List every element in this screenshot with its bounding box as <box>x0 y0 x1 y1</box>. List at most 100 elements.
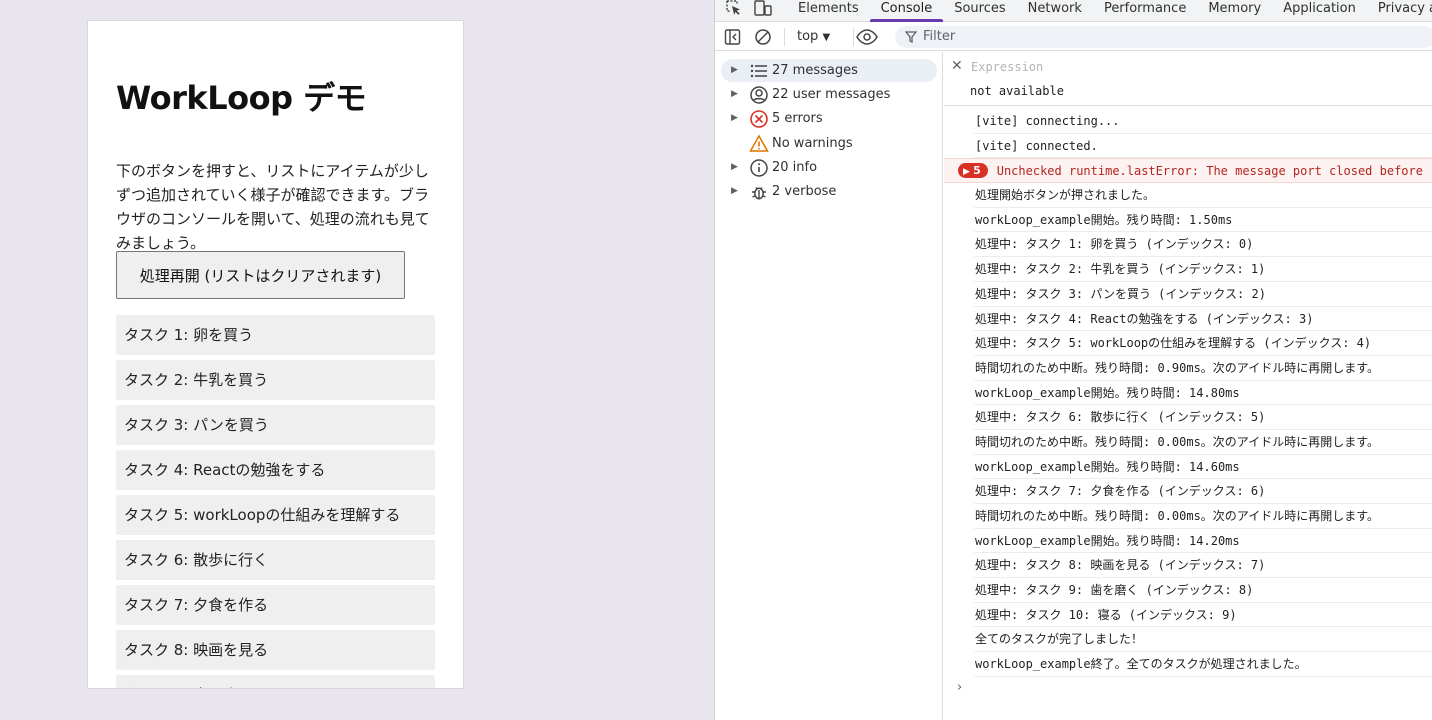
console-log-row[interactable]: 時間切れのため中断。残り時間: 0.00ms。次のアイドル時に再開します。 <box>974 504 1432 529</box>
console-message-text: [vite] connected. <box>975 138 1098 153</box>
console-log-list: [vite] connecting... [vite] connected. ▶ 5… <box>944 109 1432 677</box>
filter-input[interactable]: Filter <box>895 26 1432 48</box>
info-icon <box>749 158 771 178</box>
sidebar-item-warning[interactable]: No warnings <box>721 132 937 155</box>
expand-arrow-icon[interactable]: ▶ <box>731 107 738 130</box>
console-log-row[interactable]: 処理中: タスク 7: 夕食を作る (インデックス: 6) <box>974 479 1432 504</box>
console-prompt-icon[interactable]: › <box>957 680 962 695</box>
error-count-badge[interactable]: ▶ 5 <box>958 163 988 179</box>
console-log-row[interactable]: [vite] connected. <box>974 134 1432 159</box>
console-message-text: 処理中: タスク 5: workLoopの仕組みを理解する (インデックス: 4… <box>975 336 1372 351</box>
console-log-row[interactable]: 処理開始ボタンが押されました。 <box>974 183 1432 208</box>
console-log-row[interactable]: 時間切れのため中断。残り時間: 0.90ms。次のアイドル時に再開します。 <box>974 356 1432 381</box>
console-message-text: 処理中: タスク 3: パンを買う (インデックス: 2) <box>975 286 1266 301</box>
console-log-row[interactable]: 処理中: タスク 1: 卵を買う (インデックス: 0) <box>974 232 1432 258</box>
console-log-row[interactable]: 処理中: タスク 5: workLoopの仕組みを理解する (インデックス: 4… <box>974 331 1432 356</box>
context-label: top <box>797 29 819 44</box>
page-title: WorkLoop デモ <box>116 79 367 117</box>
error-icon <box>749 109 771 129</box>
live-expression-eye-icon[interactable] <box>854 27 879 47</box>
console-log-row[interactable]: 時間切れのため中断。残り時間: 0.00ms。次のアイドル時に再開します。 <box>974 430 1432 455</box>
tab-sources[interactable]: Sources <box>943 0 1016 22</box>
restart-button[interactable]: 処理再開 (リストはクリアされます) <box>116 251 405 299</box>
sidebar-item-user[interactable]: ▶ 22 user messages <box>721 83 937 106</box>
tab-network[interactable]: Network <box>1017 0 1093 22</box>
console-log-row[interactable]: 処理中: タスク 8: 映画を見る (インデックス: 7) <box>974 553 1432 579</box>
sidebar-toggle-icon[interactable] <box>724 27 742 47</box>
tab-performance[interactable]: Performance <box>1093 0 1197 22</box>
console-message-text: 処理中: タスク 6: 散歩に行く (インデックス: 5) <box>975 410 1266 425</box>
console-log-row[interactable]: workLoop_example開始。残り時間: 14.60ms <box>974 455 1432 480</box>
console-message-text: Unchecked runtime.lastError: The message… <box>996 164 1423 179</box>
filter-placeholder: Filter <box>923 29 956 44</box>
console-message-text: 処理中: タスク 10: 寝る (インデックス: 9) <box>975 607 1237 622</box>
tab-elements[interactable]: Elements <box>787 0 870 22</box>
sidebar-item-label: 27 messages <box>772 63 858 78</box>
console-log-row[interactable]: 処理中: タスク 4: Reactの勉強をする (インデックス: 3) <box>974 307 1432 332</box>
bug-icon <box>749 182 771 202</box>
console-message-text: 処理中: タスク 4: Reactの勉強をする (インデックス: 3) <box>975 311 1314 326</box>
list-icon <box>749 61 771 81</box>
console-log-row[interactable]: workLoop_example開始。残り時間: 1.50ms <box>974 208 1432 233</box>
expand-arrow-icon[interactable]: ▶ <box>731 83 738 106</box>
console-log-row[interactable]: 処理中: タスク 2: 牛乳を買う (インデックス: 1) <box>974 257 1432 282</box>
sidebar-item-info[interactable]: ▶ 20 info <box>721 156 937 179</box>
expand-arrow-icon[interactable]: ▶ <box>731 180 738 203</box>
expand-arrow-icon[interactable]: ▶ <box>731 59 738 82</box>
list-item: タスク 4: Reactの勉強をする <box>116 450 435 490</box>
console-log-row[interactable]: workLoop_example終了。全てのタスクが処理されました。 <box>974 652 1432 677</box>
expression-value: not available <box>970 84 1064 98</box>
tab-application[interactable]: Application <box>1272 0 1367 22</box>
console-message-text: 処理中: タスク 1: 卵を買う (インデックス: 0) <box>975 237 1254 252</box>
sidebar-item-label: 20 info <box>772 160 818 175</box>
console-message-text: workLoop_example終了。全てのタスクが処理されました。 <box>975 657 1307 672</box>
console-log-row[interactable]: 処理中: タスク 10: 寝る (インデックス: 9) <box>974 603 1432 628</box>
expand-arrow-icon[interactable]: ▶ <box>731 156 738 179</box>
console-message-text: 全てのタスクが完了しました！ <box>975 632 1144 647</box>
console-message-text: workLoop_example開始。残り時間: 14.80ms <box>975 385 1240 400</box>
task-list: タスク 1: 卵を買う タスク 2: 牛乳を買う タスク 3: パンを買う タスク 4… <box>116 315 435 688</box>
console-message-text: [vite] connecting... <box>975 114 1120 128</box>
console-log-row[interactable]: 処理中: タスク 3: パンを買う (インデックス: 2) <box>974 282 1432 307</box>
tab-memory[interactable]: Memory <box>1197 0 1272 22</box>
tab-privacy-and-s[interactable]: Privacy and s <box>1367 0 1432 22</box>
console-log-row[interactable]: workLoop_example開始。残り時間: 14.20ms <box>974 529 1432 554</box>
console-message-text: 時間切れのため中断。残り時間: 0.90ms。次のアイドル時に再開します。 <box>975 360 1379 375</box>
device-toolbar-icon[interactable] <box>753 0 773 18</box>
console-log-row[interactable]: 処理中: タスク 6: 散歩に行く (インデックス: 5) <box>974 405 1432 430</box>
devtools-tabs: Elements Console Sources Network Performance… <box>787 0 1432 22</box>
sidebar-item-list[interactable]: ▶ 27 messages <box>721 59 937 82</box>
page-description: 下のボタンを押すと、リストにアイテムが少しずつ追加されていく様子が確認できます。… <box>116 162 430 252</box>
console-log-row[interactable]: workLoop_example開始。残り時間: 14.80ms <box>974 381 1432 406</box>
toolbar-divider <box>784 28 785 46</box>
console-message-text: 処理中: タスク 9: 歯を磨く (インデックス: 8) <box>975 583 1254 598</box>
console-message-text: workLoop_example開始。残り時間: 14.20ms <box>975 533 1240 548</box>
console-log-row[interactable]: 全てのタスクが完了しました！ <box>974 627 1432 653</box>
expand-arrow-icon: ▶ <box>963 167 974 178</box>
sidebar-item-label: 2 verbose <box>772 184 837 199</box>
console-error-row[interactable]: ▶ 5 Unchecked runtime.lastError: The mess… <box>944 158 1432 184</box>
console-message-text: workLoop_example開始。残り時間: 14.60ms <box>975 459 1240 474</box>
console-message-text: 処理開始ボタンが押されました。 <box>975 188 1156 203</box>
sidebar-item-label: No warnings <box>772 136 853 151</box>
console-message-text: workLoop_example開始。残り時間: 1.50ms <box>975 212 1233 227</box>
devtools-tabbar: Elements Console Sources Network Performance… <box>715 0 1432 22</box>
warning-icon <box>749 134 771 154</box>
tab-console[interactable]: Console <box>869 0 944 22</box>
expression-input[interactable]: Expression <box>971 60 1043 74</box>
inspect-element-icon[interactable] <box>725 0 745 18</box>
demo-page: WorkLoop デモ 下のボタンを押すと、リストにアイテムが少しずつ追加されて… <box>87 20 464 689</box>
console-message-text: 時間切れのため中断。残り時間: 0.00ms。次のアイドル時に再開します。 <box>975 434 1379 449</box>
console-log-row[interactable]: 処理中: タスク 9: 歯を磨く (インデックス: 8) <box>974 578 1432 603</box>
console-message-text: 処理中: タスク 2: 牛乳を買う (インデックス: 1) <box>975 262 1266 277</box>
clear-console-icon[interactable] <box>753 27 773 47</box>
console-log-row[interactable]: [vite] connecting... <box>974 109 1432 134</box>
context-selector[interactable]: top ▼ <box>797 27 830 47</box>
sidebar-item-error[interactable]: ▶ 5 errors <box>721 107 937 130</box>
console-message-text: 時間切れのため中断。残り時間: 0.00ms。次のアイドル時に再開します。 <box>975 509 1379 523</box>
console-toolbar: top ▼ Filter <box>715 23 1432 51</box>
list-item: タスク 8: 映画を見る <box>116 630 435 670</box>
sidebar-item-bug[interactable]: ▶ 2 verbose <box>721 180 937 203</box>
console-sidebar: ▶ 27 messages ▶ 22 user messages ▶ 5 errors No… <box>715 52 943 720</box>
close-icon[interactable]: ✕ <box>951 58 963 74</box>
